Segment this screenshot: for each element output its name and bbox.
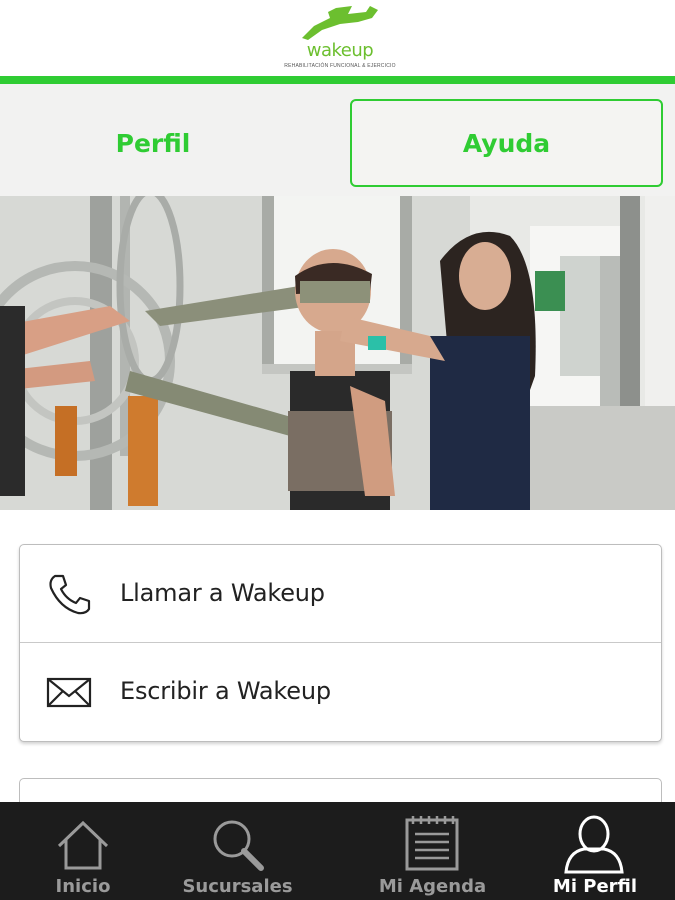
nav-sucursales-label: Sucursales bbox=[182, 876, 293, 897]
phone-icon bbox=[49, 574, 91, 615]
notepad-icon bbox=[405, 816, 459, 871]
nav-inicio-label: Inicio bbox=[55, 876, 111, 897]
nav-mi-agenda[interactable]: Mi Agenda bbox=[375, 802, 490, 900]
home-icon bbox=[57, 820, 109, 870]
envelope-icon bbox=[46, 677, 92, 708]
nav-inicio[interactable]: Inicio bbox=[38, 802, 128, 900]
app-header: wakeup REHABILITACIÓN FUNCIONAL & EJERCI… bbox=[0, 0, 675, 76]
wakeup-logo: wakeup REHABILITACIÓN FUNCIONAL & EJERCI… bbox=[282, 4, 398, 74]
mail-label: Escribir a Wakeup bbox=[120, 677, 331, 705]
nav-mi-perfil[interactable]: Mi Perfil bbox=[545, 802, 645, 900]
tab-bar: Perfil Ayuda bbox=[0, 84, 675, 196]
contact-card: Llamar a Wakeup Escribir a Wakeup bbox=[19, 544, 662, 742]
physiotherapy-photo bbox=[0, 196, 675, 510]
tab-ayuda[interactable]: Ayuda bbox=[350, 99, 663, 187]
logo-swoosh-icon bbox=[302, 6, 378, 40]
logo-tagline: REHABILITACIÓN FUNCIONAL & EJERCICIO bbox=[284, 63, 396, 69]
logo-text: wakeup bbox=[306, 40, 374, 61]
nav-sucursales[interactable]: Sucursales bbox=[180, 802, 295, 900]
header-divider bbox=[0, 76, 675, 84]
nav-mi-agenda-label: Mi Agenda bbox=[378, 876, 487, 897]
user-icon bbox=[564, 815, 624, 874]
write-wakeup-row[interactable]: Escribir a Wakeup bbox=[20, 643, 661, 741]
nav-mi-perfil-label: Mi Perfil bbox=[552, 876, 638, 897]
bottom-navigation: Inicio Sucursales Mi Agenda Mi Perfil bbox=[0, 802, 675, 900]
call-wakeup-row[interactable]: Llamar a Wakeup bbox=[20, 545, 661, 643]
tab-perfil[interactable]: Perfil bbox=[14, 100, 292, 186]
call-label: Llamar a Wakeup bbox=[120, 579, 325, 607]
search-icon bbox=[213, 820, 264, 871]
